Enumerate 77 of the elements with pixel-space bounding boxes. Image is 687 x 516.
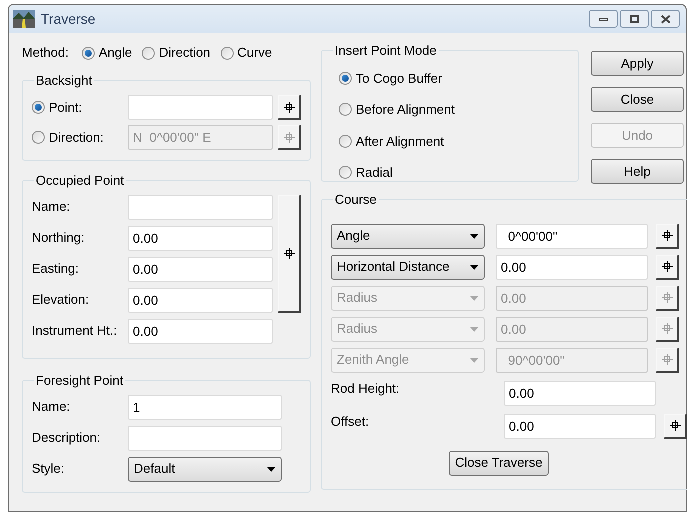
close-traverse-button[interactable]: Close Traverse xyxy=(449,450,549,476)
dropdown[interactable]: Horizontal Distance xyxy=(331,254,485,280)
app-icon xyxy=(13,10,35,28)
window-title: Traverse xyxy=(41,10,96,28)
dialog-button[interactable]: Close xyxy=(591,87,684,112)
pick-button[interactable] xyxy=(656,254,679,280)
crosshair-icon xyxy=(670,420,680,431)
field-label: Elevation: xyxy=(32,291,90,310)
input-field[interactable]: 1 xyxy=(128,394,282,420)
dropdown[interactable]: Angle xyxy=(331,224,485,248)
group-title: Foresight Point xyxy=(35,372,124,390)
caret-icon xyxy=(470,264,479,270)
group-title: Insert Point Mode xyxy=(334,42,438,60)
radio-label[interactable]: Radial xyxy=(356,163,393,182)
field-label: Instrument Ht.: xyxy=(32,322,118,340)
caret-icon xyxy=(470,296,479,300)
input-field[interactable]: 0.00 xyxy=(128,288,273,312)
radio-label[interactable]: Angle xyxy=(98,43,132,63)
caret-icon xyxy=(470,358,479,362)
input-field[interactable]: 0.00 xyxy=(128,318,273,344)
pick-button[interactable] xyxy=(656,224,679,248)
input-field[interactable]: 0^00'00" xyxy=(496,224,648,248)
field-label: Easting: xyxy=(32,260,80,278)
pick-button[interactable] xyxy=(278,194,301,312)
field-label: Rod Height: xyxy=(331,380,401,398)
crosshair-icon xyxy=(284,248,294,258)
crosshair-icon xyxy=(662,292,672,303)
close-button[interactable] xyxy=(651,10,680,28)
field-label: Name: xyxy=(32,398,72,416)
field-label: Offset: xyxy=(331,412,370,430)
crosshair-icon xyxy=(284,102,294,112)
dropdown[interactable]: Default xyxy=(128,456,282,482)
radio-label[interactable]: After Alignment xyxy=(356,132,444,151)
pick-button[interactable] xyxy=(664,414,687,438)
maximize-button[interactable] xyxy=(620,10,649,28)
caret-icon xyxy=(470,234,479,238)
group-title: Backsight xyxy=(35,72,94,90)
input-field[interactable]: 0.00 xyxy=(128,226,273,250)
radio-label[interactable]: Point: xyxy=(49,98,82,118)
caret-icon xyxy=(267,466,276,472)
dialog-button[interactable]: Help xyxy=(591,159,684,184)
radio-button[interactable] xyxy=(82,46,95,60)
crosshair-icon xyxy=(662,261,672,272)
dialog-button[interactable]: Apply xyxy=(591,51,684,76)
crosshair-icon xyxy=(284,132,294,142)
radio-label[interactable]: Before Alignment xyxy=(356,100,456,120)
input-field[interactable]: 0.00 xyxy=(128,256,273,282)
input-field[interactable] xyxy=(128,194,273,220)
radio-label[interactable]: Curve xyxy=(238,43,272,63)
group-title: Course xyxy=(334,191,378,209)
close-icon xyxy=(660,14,670,24)
radio-button[interactable] xyxy=(339,134,352,148)
field-label: Style: xyxy=(32,460,66,478)
field-label: Description: xyxy=(32,429,102,448)
radio-button[interactable] xyxy=(32,101,45,114)
input-field[interactable]: 0.00 xyxy=(496,254,648,280)
input-field[interactable] xyxy=(128,95,273,120)
field-label: Northing: xyxy=(32,229,86,248)
radio-button[interactable] xyxy=(339,166,352,180)
minimize-button[interactable] xyxy=(589,10,618,28)
input-field[interactable]: 0.00 xyxy=(504,380,656,406)
radio-button[interactable] xyxy=(220,46,234,60)
caret-icon xyxy=(470,326,479,332)
group-title: Occupied Point xyxy=(35,172,126,190)
radio-label[interactable]: Direction xyxy=(159,43,211,63)
field-label: Name: xyxy=(32,198,72,216)
radio-button[interactable] xyxy=(142,46,156,60)
input-field[interactable] xyxy=(128,426,282,450)
crosshair-icon xyxy=(662,354,672,365)
pick-button[interactable] xyxy=(278,95,301,120)
crosshair-icon xyxy=(662,323,672,334)
input-field[interactable]: 0.00 xyxy=(504,414,656,438)
crosshair-icon xyxy=(662,230,672,241)
radio-button[interactable] xyxy=(339,72,352,85)
radio-button[interactable] xyxy=(339,103,352,116)
radio-label[interactable]: To Cogo Buffer xyxy=(356,68,442,88)
method-label: Method: xyxy=(22,44,69,62)
